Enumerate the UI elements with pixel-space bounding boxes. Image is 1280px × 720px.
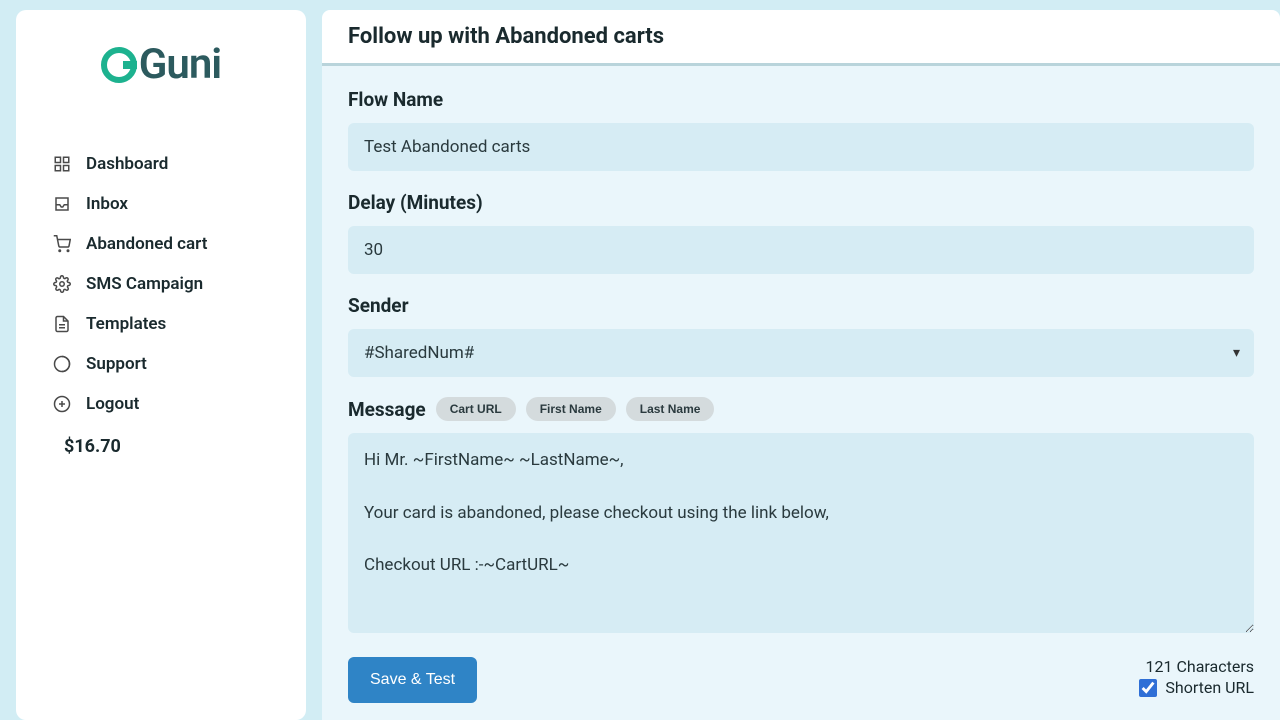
support-icon <box>52 354 72 374</box>
account-balance: $16.70 <box>16 424 306 469</box>
char-count: 121 Characters <box>1139 657 1254 676</box>
message-meta: 121 Characters Shorten URL <box>1139 657 1254 697</box>
sidebar-item-label: Inbox <box>86 194 128 214</box>
sidebar-item-templates[interactable]: Templates <box>34 304 288 344</box>
brand-logo: Guni <box>16 40 306 89</box>
page-title: Follow up with Abandoned carts <box>348 24 1254 49</box>
campaign-icon <box>52 274 72 294</box>
sender-select[interactable]: #SharedNum# <box>348 329 1254 377</box>
sender-label: Sender <box>348 294 1254 317</box>
sidebar-item-logout[interactable]: Logout <box>34 384 288 424</box>
main-panel: Follow up with Abandoned carts Flow Name… <box>322 10 1280 720</box>
field-delay: Delay (Minutes) <box>348 191 1254 274</box>
sidebar-item-label: Abandoned cart <box>86 234 207 254</box>
form-content: Flow Name Delay (Minutes) Sender #Shared… <box>322 66 1280 720</box>
form-footer: Save & Test 121 Characters Shorten URL <box>348 657 1254 703</box>
message-label: Message <box>348 398 426 421</box>
field-flow-name: Flow Name <box>348 88 1254 171</box>
delay-input[interactable] <box>348 226 1254 274</box>
chip-last-name[interactable]: Last Name <box>626 397 715 421</box>
save-test-button[interactable]: Save & Test <box>348 657 477 703</box>
flow-name-input[interactable] <box>348 123 1254 171</box>
sidebar: Guni Dashboard Inbox Abandoned cart SMS … <box>16 10 306 720</box>
sidebar-item-support[interactable]: Support <box>34 344 288 384</box>
message-textarea[interactable] <box>348 433 1254 633</box>
page-header: Follow up with Abandoned carts <box>322 10 1280 66</box>
dashboard-icon <box>52 154 72 174</box>
cart-icon <box>52 234 72 254</box>
field-sender: Sender #SharedNum# <box>348 294 1254 377</box>
sidebar-item-label: Logout <box>86 394 139 414</box>
delay-label: Delay (Minutes) <box>348 191 1254 214</box>
sidebar-nav: Dashboard Inbox Abandoned cart SMS Campa… <box>16 144 306 424</box>
brand-logo-icon <box>101 47 137 83</box>
shorten-url-checkbox[interactable] <box>1139 679 1157 697</box>
flow-name-label: Flow Name <box>348 88 1254 111</box>
sidebar-item-label: Support <box>86 354 147 374</box>
chip-cart-url[interactable]: Cart URL <box>436 397 516 421</box>
chip-first-name[interactable]: First Name <box>526 397 616 421</box>
inbox-icon <box>52 194 72 214</box>
sidebar-item-sms-campaign[interactable]: SMS Campaign <box>34 264 288 304</box>
sidebar-item-label: Templates <box>86 314 166 334</box>
sidebar-item-label: Dashboard <box>86 154 168 174</box>
sidebar-item-inbox[interactable]: Inbox <box>34 184 288 224</box>
sidebar-item-dashboard[interactable]: Dashboard <box>34 144 288 184</box>
sidebar-item-abandoned-cart[interactable]: Abandoned cart <box>34 224 288 264</box>
brand-name: Guni <box>139 40 221 89</box>
field-message: Message Cart URL First Name Last Name <box>348 397 1254 637</box>
templates-icon <box>52 314 72 334</box>
sidebar-item-label: SMS Campaign <box>86 274 203 294</box>
shorten-url-toggle[interactable]: Shorten URL <box>1139 678 1254 697</box>
shorten-url-label: Shorten URL <box>1165 678 1254 697</box>
logout-icon <box>52 394 72 414</box>
